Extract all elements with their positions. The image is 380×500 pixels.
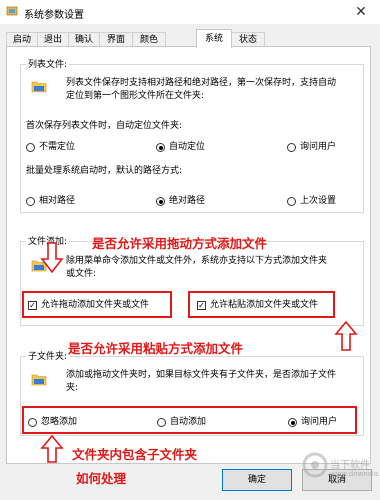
- radio-relative-path-label: 相对路径: [39, 196, 76, 206]
- subfolder-group-title: 子文件夹:: [26, 349, 70, 362]
- radio-ask-user[interactable]: [287, 143, 296, 152]
- watermark-line2: www.downxia.com: [330, 470, 380, 478]
- file-add-desc-line2: 或文件:: [66, 269, 97, 279]
- subfolder-desc-line2: 夹:: [66, 383, 79, 393]
- radio-auto-locate-label: 自动定位: [169, 142, 206, 152]
- close-button[interactable]: ✕: [350, 3, 372, 21]
- radio-absolute-path[interactable]: [156, 197, 165, 206]
- radio-no-locate[interactable]: [26, 143, 35, 152]
- batch-path-label: 批量处理系统启动时，默认的路径方式:: [26, 166, 183, 176]
- radio-no-locate-label: 不需定位: [39, 142, 76, 152]
- first-save-label: 首次保存列表文件时，自动定位文件夹:: [26, 121, 183, 131]
- annotation-subfolder-line2: 如何处理: [76, 471, 127, 486]
- subfolder-desc-line1: 添加或拖动文件夹时，如果目标文件夹有子文件夹，是否添加子文件: [66, 370, 337, 380]
- list-file-desc-line2: 定位到第一个图形文件所在文件夹:: [66, 91, 205, 101]
- ok-button[interactable]: 确定: [222, 469, 292, 491]
- folder-icon: [31, 81, 47, 93]
- tab-status[interactable]: 状态: [231, 32, 265, 46]
- tab-interface[interactable]: 界面: [99, 32, 133, 46]
- radio-auto-locate[interactable]: [156, 143, 165, 152]
- tab-confirm[interactable]: 确认: [68, 32, 100, 46]
- list-file-group-title: 列表文件:: [26, 57, 70, 70]
- title-bar: 系统参数设置 ✕: [0, 0, 380, 24]
- radio-ask-user-label: 询问用户: [300, 142, 337, 152]
- paste-checkbox-highlight: [188, 291, 335, 318]
- tab-exit[interactable]: 退出: [37, 32, 69, 46]
- list-file-desc-line1: 列表文件保存时支持相对路径和绝对路径，第一次保存时，支持自动: [66, 78, 337, 88]
- radio-last-setting-label: 上次设置: [300, 196, 337, 206]
- annotation-drag: 是否允许采用拖动方式添加文件: [92, 236, 268, 251]
- drag-checkbox-highlight: [22, 291, 172, 318]
- radio-relative-path[interactable]: [26, 197, 35, 206]
- watermark-logo-icon: [302, 452, 328, 478]
- tab-system[interactable]: 系统: [196, 29, 232, 48]
- radio-absolute-path-label: 绝对路径: [169, 196, 206, 206]
- app-icon: [6, 6, 18, 16]
- file-add-desc-line1: 除用菜单命令添加文件或文件外，系统亦支持以下方式添加文件夹: [66, 256, 328, 266]
- folder-icon: [31, 374, 47, 386]
- window-title: 系统参数设置: [24, 10, 84, 21]
- watermark: 当下软件园 www.downxia.com: [302, 448, 380, 498]
- file-add-group-title: 文件添加:: [26, 234, 70, 247]
- folder-icon: [31, 260, 47, 272]
- radio-last-setting[interactable]: [287, 197, 296, 206]
- annotation-subfolder-line1: 文件夹内包含子文件夹: [72, 447, 198, 462]
- tab-color[interactable]: 颜色: [132, 32, 166, 46]
- tab-startup[interactable]: 启动: [6, 32, 38, 46]
- subfolder-options-highlight: [22, 406, 357, 434]
- annotation-paste: 是否允许采用粘贴方式添加文件: [68, 341, 244, 356]
